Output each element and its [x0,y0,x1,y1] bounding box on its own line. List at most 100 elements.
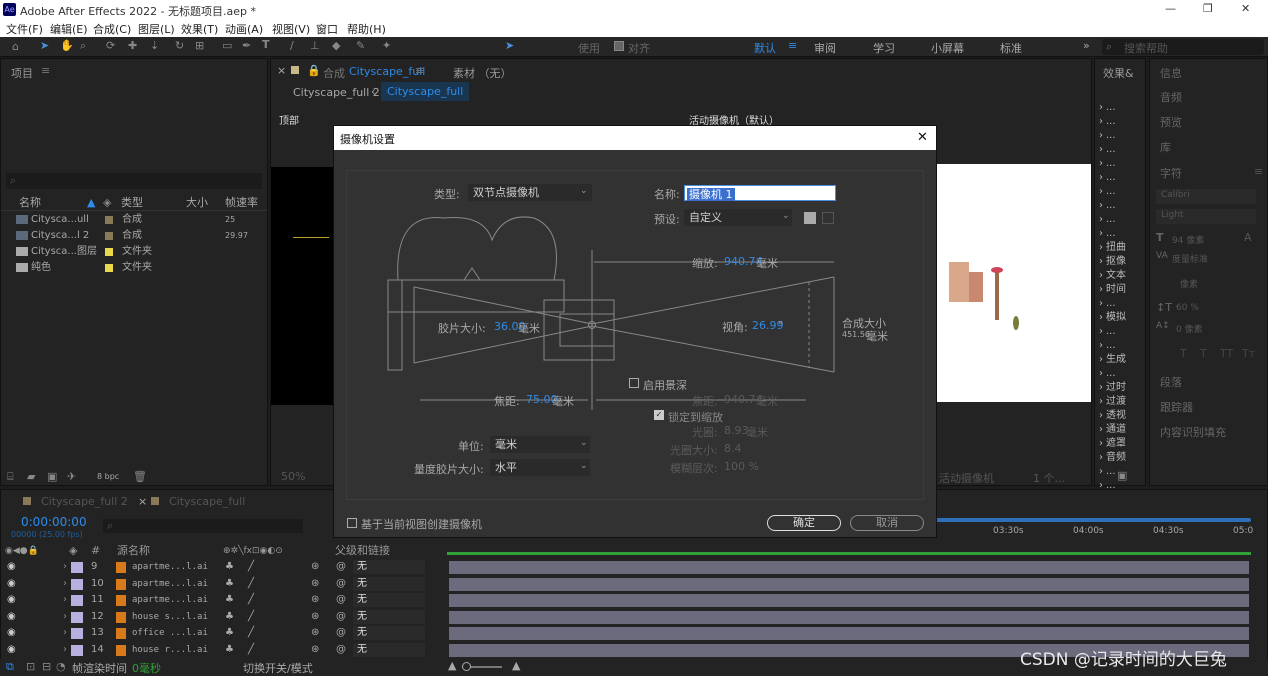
layer-duration-bar[interactable] [449,594,1249,608]
effect-category[interactable]: ›... [1099,143,1116,157]
eye-icon[interactable]: ◉ [7,559,16,575]
scale-value[interactable]: 60 % [1176,303,1199,313]
help-search-input[interactable]: ⌕ 搜索帮助 [1102,39,1264,55]
col-name[interactable]: 名称 [19,195,41,211]
pen-tool-icon[interactable]: ✒ [242,39,251,52]
timeline-search-input[interactable]: ⌕ [103,519,303,533]
pan-tool-icon[interactable]: ✚ [128,39,137,52]
effect-category[interactable]: ›... [1099,129,1116,143]
baseline-value[interactable]: 0 像素 [1176,322,1203,335]
menu-effect[interactable]: 效果(T) [181,21,218,37]
render-icon[interactable]: ⊡ [26,660,35,673]
shy-switch-icon[interactable]: ♣ [225,576,234,592]
pickwhip-icon[interactable]: @ [336,642,346,658]
brush-tool-icon[interactable]: ∕ [290,39,294,52]
layer-label-color[interactable] [71,578,83,590]
comp-mini-icon[interactable]: ⧉ [6,660,14,674]
breadcrumb-2[interactable]: Cityscape_full [381,82,470,101]
parent-select[interactable]: 无 [353,643,425,657]
anchor-tool-icon[interactable]: ⊞ [195,39,204,52]
footage-tab[interactable]: 素材 （无） [453,65,512,81]
collapse-switch-icon[interactable]: ⊛ [311,559,319,575]
units-select[interactable]: 毫米 [490,436,590,453]
paragraph-tab[interactable]: 段落 [1160,374,1182,390]
effect-category[interactable]: ›... [1099,115,1116,129]
effect-category[interactable]: › 模拟 [1099,311,1126,325]
breadcrumb-1[interactable]: Cityscape_full 2 [293,86,380,99]
layer-duration-bar[interactable] [449,627,1249,641]
expand-chevron-icon[interactable]: › [63,625,67,641]
camera-select[interactable]: 活动摄像机 [939,470,994,486]
frame-blend-icon[interactable]: ⊟ [42,660,51,673]
eye-icon[interactable]: ◉ [7,609,16,625]
comp-tab-label[interactable]: 合成 [323,65,345,81]
effect-category[interactable]: › 过时 [1099,381,1126,395]
dolly-tool-icon[interactable]: ⇣ [150,39,159,52]
effect-category[interactable]: › 生成 [1099,353,1126,367]
character-menu-icon[interactable]: ≡ [1254,165,1263,178]
stroke-value[interactable]: 像素 [1180,277,1198,290]
zoom-select[interactable]: 50% [281,470,305,483]
zoom-out-icon[interactable]: ▲ [448,659,456,672]
work-area-bar[interactable] [447,552,1251,555]
parent-select[interactable]: 无 [353,576,425,591]
quality-switch-icon[interactable]: ╱ [248,625,254,641]
effect-category[interactable]: › 文本 [1099,269,1126,283]
all-caps-button[interactable]: TT [1220,347,1233,360]
views-select[interactable]: 1 个... [1033,470,1065,486]
layer-label-color[interactable] [71,645,83,656]
pickwhip-icon[interactable]: @ [336,609,346,625]
shy-switch-icon[interactable]: ♣ [225,642,234,658]
puppet-tool-icon[interactable]: ✦ [382,39,391,52]
collapse-switch-icon[interactable]: ⊛ [311,609,319,625]
menu-file[interactable]: 文件(F) [6,21,43,37]
layer-label-color[interactable] [71,628,83,640]
col-source[interactable]: 源名称 [117,543,150,559]
interpret-icon[interactable]: ⌸ [7,470,14,484]
effect-category[interactable]: ›... [1099,101,1116,115]
snap-icon[interactable]: ➤ [505,39,514,52]
layer-label-color[interactable] [71,595,83,607]
parent-select[interactable]: 无 [353,593,425,608]
expand-chevron-icon[interactable]: › [63,592,67,608]
text-tool-icon[interactable]: T [262,38,270,51]
parent-select[interactable]: 无 [353,609,425,624]
menu-animation[interactable]: 动画(A) [225,21,263,37]
dof-checkbox[interactable] [629,378,639,388]
selection-tool-icon[interactable]: ➤ [40,39,49,52]
layer-source-name[interactable]: apartme...l.ai [132,559,208,575]
effect-category[interactable]: › 过渡 [1099,395,1126,409]
right-viewport[interactable] [937,164,1091,402]
pickwhip-icon[interactable]: @ [336,625,346,641]
maximize-button[interactable]: ❐ [1203,2,1213,15]
zoom-in-icon[interactable]: ▲ [512,659,520,672]
effect-category[interactable]: ›... [1099,465,1116,479]
shape-tool-icon[interactable]: ▭ [222,39,232,52]
project-item[interactable]: Cityscа...ull 合成 25 [1,212,267,228]
comp-tab-menu-icon[interactable]: ≡ [415,64,424,77]
col-parent[interactable]: 父级和链接 [335,543,390,559]
effect-category[interactable]: › 通道 [1099,423,1126,437]
effect-category[interactable]: ›... [1099,157,1116,171]
eye-icon[interactable]: ◉ [7,642,16,658]
parent-select[interactable]: 无 [353,560,425,574]
new-folder-icon[interactable]: ▰ [27,470,35,483]
quality-switch-icon[interactable]: ╱ [248,592,254,608]
layer-duration-bar[interactable] [449,577,1249,591]
layer-row[interactable]: ◉ › 11 apartme...l.ai ♣ ╱ ⊛ @ 无 [1,592,1268,608]
info-tab[interactable]: 信息 [1160,65,1182,81]
effect-category[interactable]: › 时间 [1099,283,1126,297]
hand-tool-icon[interactable]: ✋ [60,39,74,52]
effect-category[interactable]: ›... [1099,213,1116,227]
effect-category[interactable]: ›... [1099,199,1116,213]
quality-switch-icon[interactable]: ╱ [248,609,254,625]
ok-button[interactable]: 确定 [767,515,841,531]
workspace-small[interactable]: 小屏幕 [931,40,964,56]
eye-icon[interactable]: ◉ [7,592,16,608]
comp-tab-name[interactable]: Cityscape_full [349,65,425,78]
motion-blur-icon[interactable]: ◔ [56,660,66,673]
layer-source-name[interactable]: office ...l.ai [132,625,208,641]
layer-row[interactable]: ◉ › 9 apartme...l.ai ♣ ╱ ⊛ @ 无 [1,559,1268,575]
font-size-value[interactable]: 94 像素 [1172,233,1204,246]
layer-row[interactable]: ◉ › 10 apartme...l.ai ♣ ╱ ⊛ @ 无 [1,576,1268,592]
